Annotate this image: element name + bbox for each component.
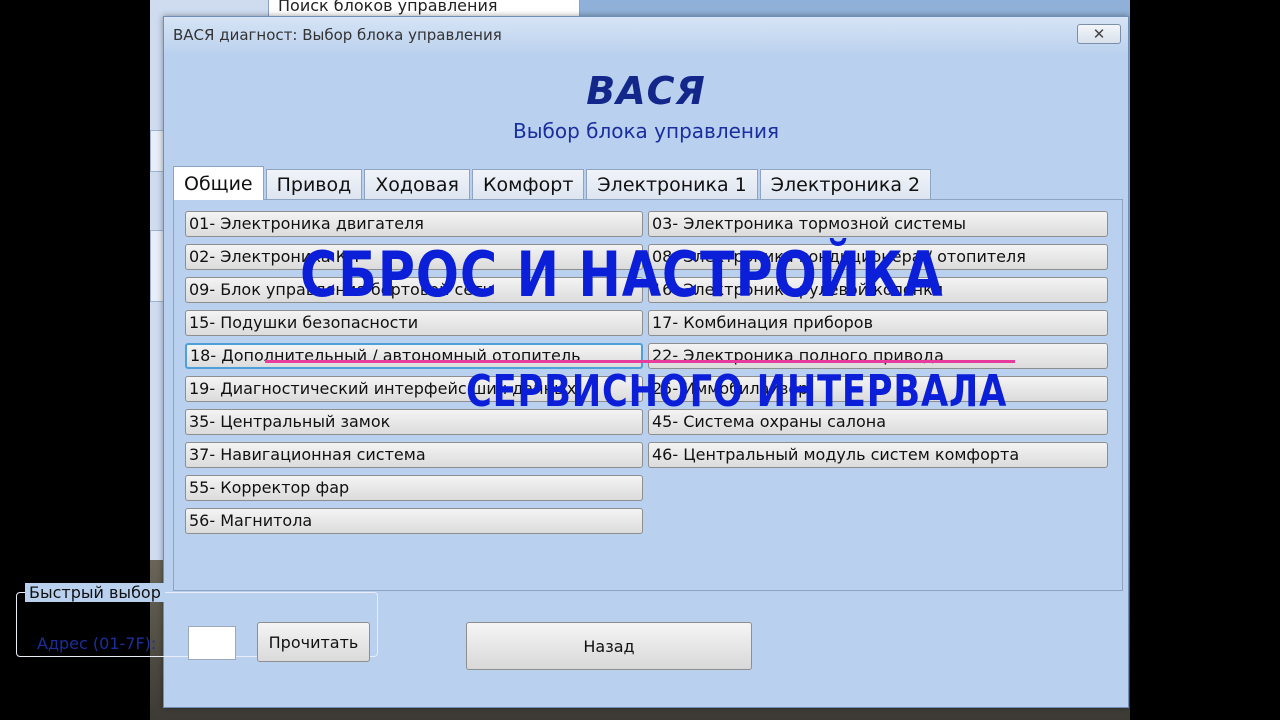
quick-select-legend: Быстрый выбор [25, 583, 165, 602]
tab-drive[interactable]: Привод [265, 169, 363, 199]
back-button[interactable]: Назад [466, 622, 752, 670]
overlay-subheadline: СЕРВИСНОГО ИНТЕРВАЛА [466, 366, 1008, 417]
tab-electronics-1[interactable]: Электроника 1 [586, 169, 758, 199]
module-button-56[interactable]: 56- Магнитола [185, 508, 643, 534]
address-label: Адрес (01-7F): [37, 634, 157, 653]
address-input[interactable] [188, 626, 236, 660]
tab-electronics-2[interactable]: Электроника 2 [759, 169, 932, 199]
window-title: ВАСЯ диагност: Выбор блока управления [173, 26, 502, 44]
read-button[interactable]: Прочитать [257, 622, 370, 662]
overlay-headline: СБРОС И НАСТРОЙКА [300, 238, 944, 311]
tab-comfort[interactable]: Комфорт [471, 169, 585, 199]
title-bar: ВАСЯ диагност: Выбор блока управления ✕ [164, 17, 1128, 53]
module-button-15[interactable]: 15- Подушки безопасности [185, 310, 643, 336]
module-button-17[interactable]: 17- Комбинация приборов [648, 310, 1108, 336]
tab-chassis[interactable]: Ходовая [364, 169, 470, 199]
close-icon: ✕ [1092, 25, 1106, 43]
letterbox-right [1130, 0, 1280, 720]
module-button-01[interactable]: 01- Электроника двигателя [185, 211, 643, 237]
brand-logo-text: ВАСЯ [586, 69, 706, 113]
module-button-37[interactable]: 37- Навигационная система [185, 442, 643, 468]
module-button-03[interactable]: 03- Электроника тормозной системы [648, 211, 1108, 237]
overlay-accent-line [265, 360, 1015, 363]
module-button-46[interactable]: 46- Центральный модуль систем комфорта [648, 442, 1108, 468]
dialog-subtitle: Выбор блока управления [512, 119, 780, 143]
background-window-title: Поиск блоков управления [278, 0, 498, 15]
tab-strip: Общие Привод Ходовая Комфорт Электроника… [173, 166, 933, 200]
module-button-55[interactable]: 55- Корректор фар [185, 475, 643, 501]
close-button[interactable]: ✕ [1077, 24, 1121, 44]
tab-general[interactable]: Общие [173, 166, 264, 200]
